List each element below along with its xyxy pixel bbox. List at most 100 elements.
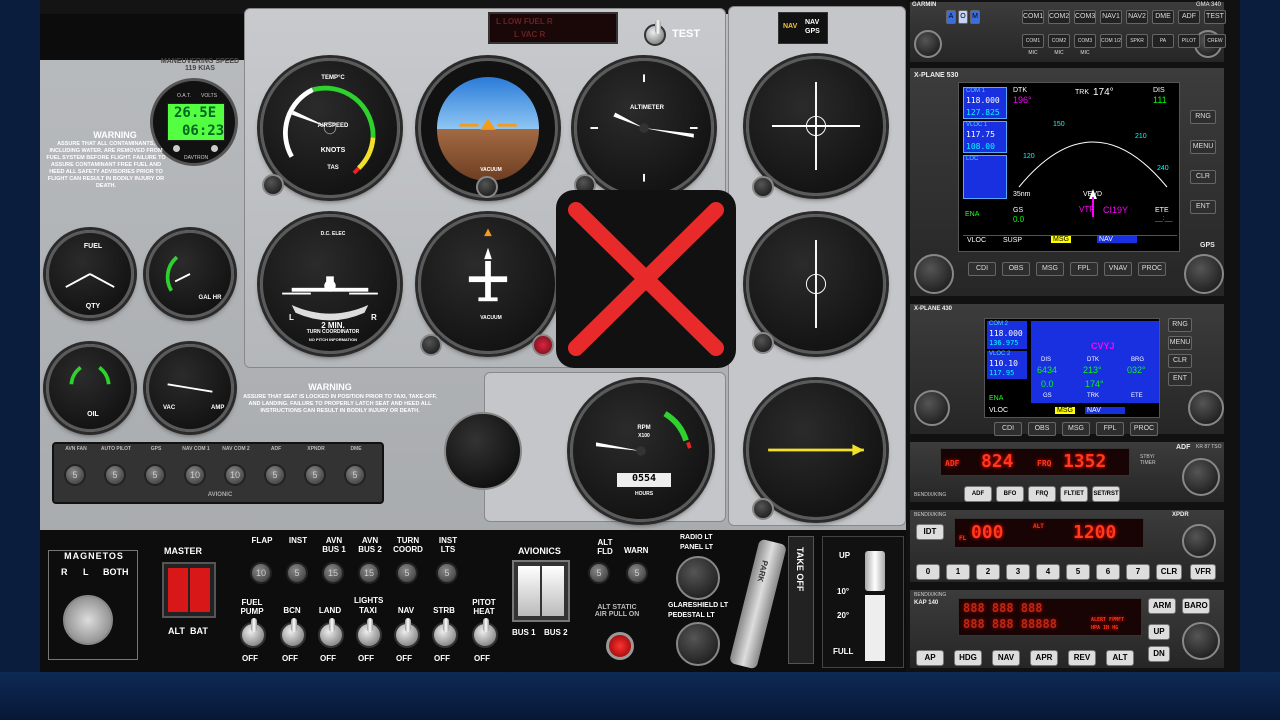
xpdr-digit-button[interactable]: 2	[976, 564, 1000, 580]
avionics-master-switch[interactable]	[512, 560, 570, 622]
avn-breaker[interactable]: 10	[184, 464, 206, 486]
circuit-breaker[interactable]: 10	[250, 562, 272, 584]
adf-hdg-knob[interactable]	[752, 498, 774, 520]
gps530-com-vloc-knob[interactable]	[914, 254, 954, 294]
gps530-softkey[interactable]: OBS	[1002, 262, 1030, 276]
audio-mic-button[interactable]: SPKR	[1126, 34, 1148, 48]
circuit-breaker[interactable]: 5	[286, 562, 308, 584]
gps430-nav-tab[interactable]: NAV	[1085, 407, 1125, 414]
audio-select-button[interactable]: TEST	[1204, 10, 1226, 24]
ap-up-button[interactable]: UP	[1148, 624, 1170, 640]
gps530-crsr-knob[interactable]	[1184, 254, 1224, 294]
light-toggle-switch[interactable]	[394, 618, 420, 648]
ap-mode-button[interactable]: AP	[916, 650, 944, 666]
light-toggle-switch[interactable]	[432, 618, 458, 648]
adf-button[interactable]: ADF	[964, 486, 992, 502]
clock-control-button[interactable]	[211, 145, 218, 152]
gps430-softkey[interactable]: MSG	[1062, 422, 1090, 436]
audio-select-button[interactable]: ADF	[1178, 10, 1200, 24]
gps430-side-key[interactable]: ENT	[1168, 372, 1192, 386]
light-toggle-switch[interactable]	[280, 618, 306, 648]
ap-alt-knob[interactable]	[1182, 622, 1220, 660]
audio-mic-button[interactable]: COM2 MIC	[1048, 34, 1070, 56]
audio-mic-button[interactable]: COM3 MIC	[1074, 34, 1096, 56]
avionics-bus1-rocker[interactable]	[518, 566, 540, 616]
center-panel-knob[interactable]	[444, 412, 522, 490]
audio-mic-button[interactable]: CREW	[1204, 34, 1226, 48]
audio-mic-button[interactable]: PILOT	[1178, 34, 1200, 48]
gps530-softkey[interactable]: CDI	[968, 262, 996, 276]
annunciator-test-switch[interactable]	[644, 20, 666, 46]
xpdr-digit-button[interactable]: 3	[1006, 564, 1030, 580]
alt-static-air-knob[interactable]	[606, 632, 634, 660]
avn-breaker[interactable]: 5	[264, 464, 286, 486]
ap-arm-button[interactable]: ARM	[1148, 598, 1176, 614]
alt-fld-breaker[interactable]: 5	[588, 562, 610, 584]
gps530-side-key[interactable]: RNG	[1190, 110, 1216, 124]
gps530-nav-tab[interactable]: NAV	[1097, 236, 1137, 243]
clock-select-button[interactable]	[173, 145, 180, 152]
xpdr-digit-button[interactable]: 0	[916, 564, 940, 580]
audio-mic-button[interactable]: PA	[1152, 34, 1174, 48]
magneto-key-switch[interactable]	[63, 595, 113, 645]
adf-button[interactable]: FLT/ET	[1060, 486, 1088, 502]
ap-dn-button[interactable]: DN	[1148, 646, 1170, 662]
gps430-softkey[interactable]: CDI	[994, 422, 1022, 436]
xpdr-digit-button[interactable]: 7	[1126, 564, 1150, 580]
circuit-breaker[interactable]: 15	[358, 562, 380, 584]
nav2-obs-knob[interactable]	[752, 332, 774, 354]
adf-button[interactable]: SET/RST	[1092, 486, 1120, 502]
audio-select-button[interactable]: NAV1	[1100, 10, 1122, 24]
adf-button[interactable]: BFO	[996, 486, 1024, 502]
nav-gps-switch[interactable]: NAV NAV GPS	[778, 12, 828, 44]
light-toggle-switch[interactable]	[472, 618, 498, 648]
circuit-breaker[interactable]: 5	[436, 562, 458, 584]
gps430-softkey[interactable]: PROC	[1130, 422, 1158, 436]
audio-mic-button[interactable]: COM 1/2	[1100, 34, 1122, 48]
light-toggle-switch[interactable]	[318, 618, 344, 648]
avn-breaker[interactable]: 5	[104, 464, 126, 486]
circuit-breaker[interactable]: 15	[322, 562, 344, 584]
avn-breaker[interactable]: 10	[224, 464, 246, 486]
circuit-breaker[interactable]: 5	[396, 562, 418, 584]
pilot-volume-knob[interactable]	[914, 30, 942, 58]
gps530-side-key[interactable]: MENU	[1190, 140, 1216, 154]
audio-mic-button[interactable]: COM1 MIC	[1022, 34, 1044, 56]
airspeed-tas-knob[interactable]	[262, 174, 284, 196]
avionics-bus2-rocker[interactable]	[542, 566, 564, 616]
gps530-side-key[interactable]: ENT	[1190, 200, 1216, 214]
gps530-softkey[interactable]: PROC	[1138, 262, 1166, 276]
gps430-com-vloc-knob[interactable]	[914, 390, 950, 426]
gps430-side-key[interactable]: MENU	[1168, 336, 1192, 350]
master-switch[interactable]	[162, 562, 216, 618]
xpdr-digit-button[interactable]: 5	[1066, 564, 1090, 580]
xpdr-vfr-button[interactable]: VFR	[1190, 564, 1216, 580]
master-alt-rocker[interactable]	[168, 568, 188, 612]
ap-mode-button[interactable]: HDG	[954, 650, 982, 666]
ap-baro-button[interactable]: BARO	[1182, 598, 1210, 614]
warn-breaker[interactable]: 5	[626, 562, 648, 584]
light-toggle-switch[interactable]	[356, 618, 382, 648]
audio-select-button[interactable]: COM3	[1074, 10, 1096, 24]
xpdr-digit-button[interactable]: 1	[946, 564, 970, 580]
avn-breaker[interactable]: 5	[344, 464, 366, 486]
gps530-softkey[interactable]: MSG	[1036, 262, 1064, 276]
audio-select-button[interactable]: DME	[1152, 10, 1174, 24]
gps530-softkey[interactable]: VNAV	[1104, 262, 1132, 276]
glare-pedestal-dimmer[interactable]	[676, 622, 720, 666]
gps430-crsr-knob[interactable]	[1188, 390, 1224, 426]
xpdr-clr-button[interactable]: CLR	[1156, 564, 1182, 580]
gps430-side-key[interactable]: RNG	[1168, 318, 1192, 332]
gps430-side-key[interactable]: CLR	[1168, 354, 1192, 368]
heading-bug-knob[interactable]	[532, 334, 554, 356]
flap-handle[interactable]	[865, 551, 885, 591]
gps430-softkey[interactable]: FPL	[1096, 422, 1124, 436]
avn-breaker[interactable]: 5	[304, 464, 326, 486]
avn-breaker[interactable]: 5	[64, 464, 86, 486]
audio-select-button[interactable]: COM2	[1048, 10, 1070, 24]
gps530-side-key[interactable]: CLR	[1190, 170, 1216, 184]
audio-select-button[interactable]: COM1	[1022, 10, 1044, 24]
audio-select-button[interactable]: NAV2	[1126, 10, 1148, 24]
ap-mode-button[interactable]: NAV	[992, 650, 1020, 666]
gps430-softkey[interactable]: OBS	[1028, 422, 1056, 436]
